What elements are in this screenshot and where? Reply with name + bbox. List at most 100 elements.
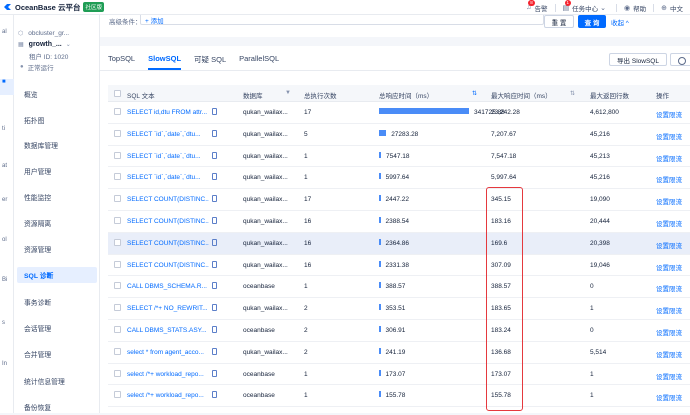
nav-item-sessions[interactable]: 会话管理 [14,320,100,336]
sql-text-link[interactable]: SELECT /*+ NO_REWRIT... [127,305,209,312]
header-max-rows[interactable]: 最大返回行数 [590,90,629,100]
nav-item-resource-isolation[interactable]: 资源隔离 [14,215,100,231]
reset-button[interactable]: 重 置 [544,15,574,28]
set-throttle-link[interactable]: 设置限流 [656,153,682,163]
set-throttle-link[interactable]: 设置限流 [656,349,682,359]
rail-item[interactable]: al [0,29,14,35]
help-button[interactable]: ◉ 帮助 [617,3,653,13]
filter-icon[interactable]: ▼ [285,90,291,96]
copy-icon[interactable] [212,347,217,355]
header-exec-count[interactable]: 总执行次数 [304,90,337,100]
set-throttle-link[interactable]: 设置限流 [656,262,682,272]
sql-text-link[interactable]: SELECT `id`,`date`,`dtu... [127,131,209,138]
copy-icon[interactable] [212,304,217,312]
nav-item-transaction-diagnosis[interactable]: 事务诊断 [14,294,100,310]
row-checkbox[interactable] [114,195,121,203]
copy-icon[interactable] [212,391,217,399]
task-center-button[interactable]: ▤ 1 任务中心 ⌄ [556,0,617,13]
row-checkbox[interactable] [114,129,121,137]
set-throttle-link[interactable]: 设置限流 [656,218,682,228]
cluster-selector[interactable]: ⬡ obcluster_gr... [18,28,99,39]
sort-desc-icon[interactable]: ⇅ [472,90,477,97]
sql-text-link[interactable]: SELECT `id`,`date`,`dtu... [127,174,209,181]
copy-icon[interactable] [212,173,217,181]
set-throttle-link[interactable]: 设置限流 [656,327,682,337]
rail-item[interactable]: er [0,197,14,203]
nav-item-sql-diagnosis[interactable]: SQL 诊断 [17,267,97,283]
sql-text-link[interactable]: select /*+ workload_repo... [127,392,209,399]
sql-text-link[interactable]: CALL DBMS_SCHEMA.R... [127,283,209,290]
rail-item[interactable]: Bi [0,277,14,283]
row-checkbox[interactable] [114,238,121,246]
sql-text-link[interactable]: SELECT id,dtu FROM attr... [127,109,209,116]
tab-parallelsql[interactable]: ParallelSQL [239,54,279,70]
nav-item-resource-management[interactable]: 资源管理 [14,241,100,257]
app-logo[interactable]: OceanBase 云平台 社区版 [3,2,104,13]
row-checkbox[interactable] [114,304,121,312]
header-total-response[interactable]: 总响应时间（ms） [379,90,433,100]
copy-icon[interactable] [212,282,217,290]
row-checkbox[interactable] [114,369,121,377]
export-slowsql-button[interactable]: 导出 SlowSQL [609,53,667,66]
tenant-selector[interactable]: ▦ growth_... ⌄ [18,39,99,50]
copy-icon[interactable] [212,151,217,159]
query-button[interactable]: 查 询 [578,15,606,28]
sql-text-link[interactable]: SELECT COUNT(DISTINC... [127,196,209,203]
sql-text-link[interactable]: SELECT COUNT(DISTINC... [127,240,209,247]
tab-topsql[interactable]: TopSQL [108,54,135,70]
set-throttle-link[interactable]: 设置限流 [656,240,682,250]
header-max-response[interactable]: 最大响应时间（ms） [491,90,552,100]
nav-item-statistics[interactable]: 统计信息管理 [14,373,100,389]
select-all-checkbox[interactable] [114,90,121,97]
language-switch[interactable]: ⊕ 中文 [654,3,690,13]
sort-icon[interactable]: ⇅ [570,90,575,97]
add-condition-link[interactable]: + 添加 [145,15,164,25]
row-checkbox[interactable] [114,108,121,115]
rail-item[interactable]: at [0,163,14,169]
set-throttle-link[interactable]: 设置限流 [656,131,682,141]
alerts-button[interactable]: ♫ 8 告警 [519,0,554,13]
set-throttle-link[interactable]: 设置限流 [656,196,682,206]
column-settings-button[interactable] [670,53,690,66]
row-checkbox[interactable] [114,173,121,181]
nav-item-users[interactable]: 用户管理 [14,163,100,179]
row-checkbox[interactable] [114,347,121,355]
row-checkbox[interactable] [114,325,121,333]
tab-suspicious-sql[interactable]: 可疑 SQL [194,54,226,70]
nav-item-overview[interactable]: 概览 [14,86,100,102]
nav-item-topology[interactable]: 拓扑图 [14,112,100,128]
sql-text-link[interactable]: select /*+ workload_repo... [127,371,209,378]
row-checkbox[interactable] [114,260,121,268]
set-throttle-link[interactable]: 设置限流 [656,283,682,293]
copy-icon[interactable] [212,195,217,203]
copy-icon[interactable] [212,129,217,137]
nav-item-monitoring[interactable]: 性能监控 [14,189,100,205]
advanced-condition-input[interactable]: + 添加 [140,15,544,25]
nav-item-merge[interactable]: 合并管理 [14,346,100,362]
nav-item-database[interactable]: 数据库管理 [14,137,100,153]
copy-icon[interactable] [212,369,217,377]
rail-item[interactable]: ol [0,237,14,243]
rail-item-active[interactable]: ■ [0,79,14,95]
rail-item[interactable]: ti [0,126,14,132]
set-throttle-link[interactable]: 设置限流 [656,174,682,184]
sql-text-link[interactable]: select * from agent_acco... [127,349,209,356]
set-throttle-link[interactable]: 设置限流 [656,109,682,119]
row-checkbox[interactable] [114,282,121,290]
set-throttle-link[interactable]: 设置限流 [656,371,682,381]
sql-text-link[interactable]: SELECT `id`,`date`,`dtu... [127,153,209,160]
copy-icon[interactable] [212,238,217,246]
sql-text-link[interactable]: SELECT COUNT(DISTINC... [127,262,209,269]
copy-icon[interactable] [212,260,217,268]
row-checkbox[interactable] [114,391,121,399]
copy-icon[interactable] [212,108,217,115]
collapse-link[interactable]: 收起 ^ [611,17,629,27]
row-checkbox[interactable] [114,151,121,159]
row-checkbox[interactable] [114,216,121,224]
copy-icon[interactable] [212,325,217,333]
set-throttle-link[interactable]: 设置限流 [656,305,682,315]
copy-icon[interactable] [212,216,217,224]
rail-item[interactable]: s [0,320,14,326]
sql-text-link[interactable]: CALL DBMS_STATS.ASY... [127,327,209,334]
set-throttle-link[interactable]: 设置限流 [656,392,682,402]
